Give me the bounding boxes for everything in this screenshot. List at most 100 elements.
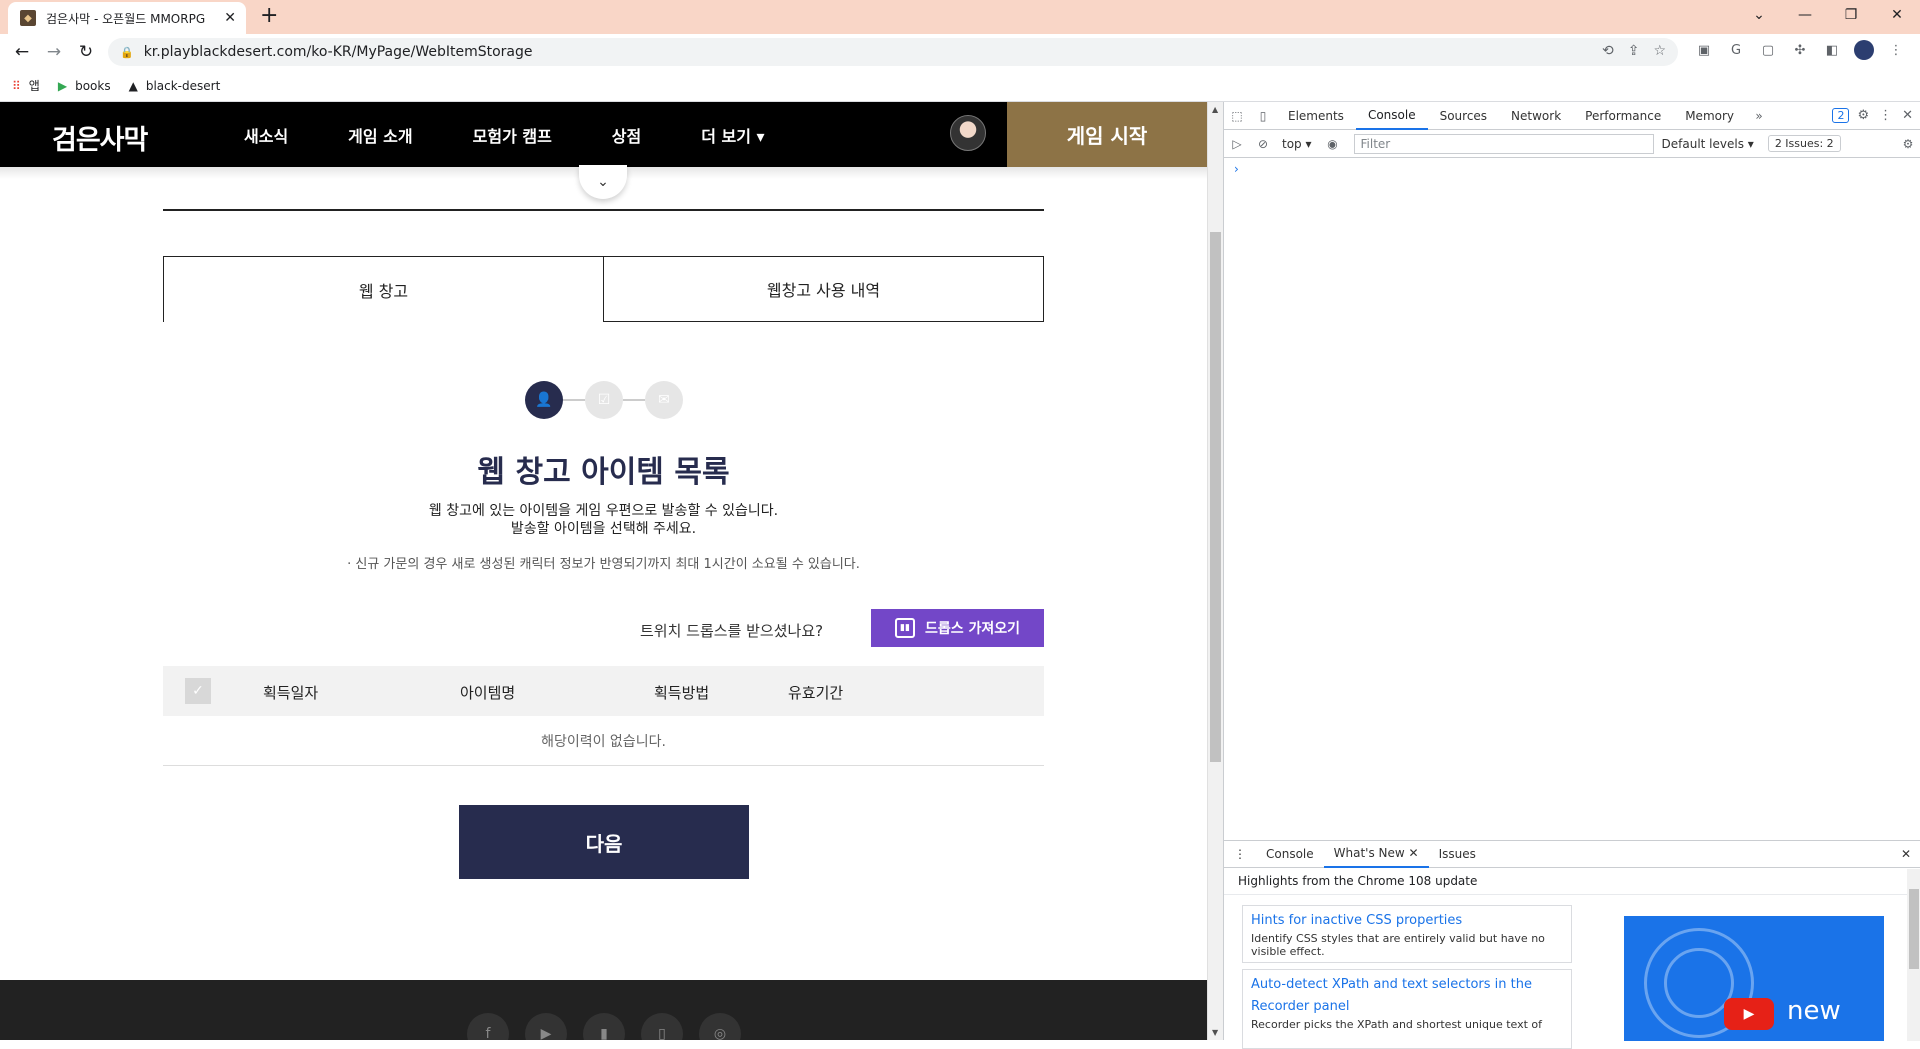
window-controls: ⌄ — ❐ ✕ bbox=[1736, 0, 1920, 34]
drawer-scrollbar[interactable] bbox=[1907, 869, 1920, 1041]
restore-button[interactable]: ❐ bbox=[1828, 0, 1874, 30]
whats-new-card[interactable]: Hints for inactive CSS properties Identi… bbox=[1242, 905, 1572, 963]
instagram-icon[interactable]: ◎ bbox=[699, 1013, 741, 1040]
step-connector bbox=[563, 399, 585, 401]
grammarly-icon[interactable]: G bbox=[1726, 40, 1746, 60]
whats-new-card[interactable]: Auto-detect XPath and text selectors in … bbox=[1242, 969, 1572, 1049]
whats-new-heading: Highlights from the Chrome 108 update bbox=[1224, 868, 1920, 895]
twitch-social-icon[interactable]: ▮ bbox=[583, 1013, 625, 1040]
devtools-close-icon[interactable]: ✕ bbox=[1902, 108, 1913, 123]
browser-tab[interactable]: ◆ 검은사막 - 오픈월드 MMORPG ✕ bbox=[8, 2, 246, 34]
devtools-tab-sources[interactable]: Sources bbox=[1428, 102, 1499, 130]
clear-console-icon[interactable]: ⊘ bbox=[1250, 131, 1276, 157]
item-table-header: ✓ 획득일자 아이템명 획득방법 유효기간 bbox=[163, 666, 1044, 716]
nav-item-adventurer-camp[interactable]: 모험가 캠프 bbox=[473, 123, 552, 147]
issues-count-badge[interactable]: 2 bbox=[1832, 108, 1850, 123]
console-filter-input[interactable]: Filter bbox=[1353, 133, 1654, 154]
devtools-tab-elements[interactable]: Elements bbox=[1276, 102, 1356, 130]
new-family-notice: · 신규 가문의 경우 새로 생성된 캐릭터 정보가 반영되기까지 최대 1시간… bbox=[347, 557, 860, 572]
drawer-tab-issues[interactable]: Issues bbox=[1429, 841, 1486, 868]
drawer-tab-console[interactable]: Console bbox=[1256, 841, 1324, 868]
close-window-button[interactable]: ✕ bbox=[1874, 0, 1920, 30]
site-favicon-icon: ◆ bbox=[20, 10, 36, 26]
log-levels-dropdown[interactable]: Default levels ▾ bbox=[1662, 137, 1754, 151]
bookmarks-bar: ⠿ 앱 ▶ books ▲ black-desert bbox=[0, 70, 1920, 102]
console-settings-gear-icon[interactable]: ⚙ bbox=[1895, 131, 1920, 157]
address-bar[interactable]: 🔒 kr.playblackdesert.com/ko-KR/MyPage/We… bbox=[108, 38, 1678, 66]
expand-menu-chevron-icon[interactable]: ⌄ bbox=[579, 165, 627, 199]
drawer-menu-icon[interactable]: ⋮ bbox=[1224, 841, 1256, 868]
card-title[interactable]: Hints for inactive CSS properties bbox=[1251, 910, 1563, 932]
bookmark-books[interactable]: ▶ books bbox=[58, 79, 111, 93]
browser-tabbar: ◆ 검은사막 - 오픈월드 MMORPG ✕ + ⌄ — ❐ ✕ bbox=[0, 0, 1920, 34]
nav-item-game-intro[interactable]: 게임 소개 bbox=[348, 123, 412, 147]
whats-new-video-thumbnail[interactable]: ▶ new bbox=[1624, 916, 1884, 1041]
twitch-drops-button[interactable]: ▮▮ 드롭스 가져오기 bbox=[871, 609, 1044, 647]
scroll-down-arrow-icon[interactable]: ▼ bbox=[1212, 1028, 1218, 1037]
devtools-tab-performance[interactable]: Performance bbox=[1573, 102, 1673, 130]
devtools-tab-memory[interactable]: Memory bbox=[1673, 102, 1746, 130]
youtube-icon[interactable]: ▶ bbox=[525, 1013, 567, 1040]
devtools-tab-console[interactable]: Console bbox=[1355, 102, 1428, 130]
video-label: new bbox=[1787, 996, 1841, 1026]
page-description: 웹 창고에 있는 아이템을 게임 우편으로 발송할 수 있습니다. 발송할 아이… bbox=[428, 503, 779, 537]
drawer-tab-whats-new[interactable]: What's New ✕ bbox=[1323, 841, 1429, 868]
site-logo[interactable]: 검은사막 bbox=[52, 118, 148, 157]
next-button[interactable]: 다음 bbox=[459, 805, 749, 879]
forward-button[interactable]: → bbox=[42, 40, 66, 64]
device-toolbar-icon[interactable]: ▯ bbox=[1250, 103, 1276, 129]
context-selector[interactable]: top ▾ bbox=[1282, 137, 1312, 151]
scroll-up-arrow-icon[interactable]: ▲ bbox=[1212, 105, 1218, 114]
step-user-icon: 👤 bbox=[525, 381, 563, 419]
extensions-puzzle-icon[interactable]: ✣ bbox=[1790, 40, 1810, 60]
bookmark-black-desert[interactable]: ▲ black-desert bbox=[129, 79, 221, 93]
devtools-tab-network[interactable]: Network bbox=[1499, 102, 1573, 130]
storage-tabs: 웹 창고 웹창고 사용 내역 bbox=[163, 256, 1044, 322]
side-panel-icon[interactable]: ◧ bbox=[1822, 40, 1842, 60]
issues-link[interactable]: 2 Issues: 2 bbox=[1767, 135, 1841, 152]
nav-item-shop[interactable]: 상점 bbox=[612, 123, 641, 147]
sidebar-toggle-icon[interactable]: ▷ bbox=[1224, 131, 1250, 157]
main-nav: 새소식 게임 소개 모험가 캠프 상점 더 보기 ▾ bbox=[244, 102, 825, 167]
menu-kebab-icon[interactable]: ⋮ bbox=[1886, 40, 1906, 60]
nav-item-news[interactable]: 새소식 bbox=[244, 123, 288, 147]
page-scrollbar[interactable]: ▲ ▼ bbox=[1207, 102, 1223, 1040]
bookmark-apps[interactable]: ⠿ 앱 bbox=[12, 77, 40, 94]
tab-web-storage-history[interactable]: 웹창고 사용 내역 bbox=[604, 256, 1044, 322]
tab-web-storage[interactable]: 웹 창고 bbox=[163, 256, 604, 322]
lock-icon[interactable]: 🔒 bbox=[120, 46, 134, 59]
card-title[interactable]: Auto-detect XPath and text selectors in … bbox=[1251, 974, 1563, 1018]
back-button[interactable]: ← bbox=[10, 40, 34, 64]
share-icon[interactable]: ⇪ bbox=[1628, 43, 1640, 59]
translate-icon[interactable]: ⟲ bbox=[1602, 43, 1614, 59]
select-all-checkbox[interactable]: ✓ bbox=[185, 678, 211, 704]
minimize-button[interactable]: — bbox=[1782, 0, 1828, 30]
url-text: kr.playblackdesert.com/ko-KR/MyPage/WebI… bbox=[143, 44, 533, 60]
new-tab-button[interactable]: + bbox=[260, 5, 278, 27]
facebook-icon[interactable]: f bbox=[467, 1013, 509, 1040]
tab-close-icon[interactable]: ✕ bbox=[224, 10, 236, 26]
extension-blank-icon[interactable]: ▢ bbox=[1758, 40, 1778, 60]
reload-button[interactable]: ↻ bbox=[74, 40, 98, 64]
devtools-menu-icon[interactable]: ⋮ bbox=[1879, 108, 1892, 123]
console-toolbar: ▷ ⊘ top ▾ ◉ Filter Default levels ▾ 2 Is… bbox=[1224, 130, 1920, 158]
scroll-thumb[interactable] bbox=[1210, 232, 1221, 762]
page-title: 웹 창고 아이템 목록 bbox=[477, 455, 730, 490]
devtools-settings-gear-icon[interactable]: ⚙ bbox=[1857, 108, 1869, 123]
more-tabs-chevron-icon[interactable]: » bbox=[1746, 103, 1772, 129]
drawer-close-icon[interactable]: ✕ bbox=[1891, 841, 1920, 868]
inspect-element-icon[interactable]: ⬚ bbox=[1224, 103, 1250, 129]
tab-search-icon[interactable]: ⌄ bbox=[1736, 0, 1782, 30]
step-mail-icon: ✉ bbox=[645, 381, 683, 419]
mobile-app-icon[interactable]: ▯ bbox=[641, 1013, 683, 1040]
live-expression-eye-icon[interactable]: ◉ bbox=[1320, 131, 1346, 157]
game-start-button[interactable]: 게임 시작 bbox=[1007, 102, 1207, 167]
close-tab-icon[interactable]: ✕ bbox=[1409, 846, 1419, 860]
profile-avatar[interactable] bbox=[1854, 40, 1874, 60]
extension-icon[interactable]: ▣ bbox=[1694, 40, 1714, 60]
bookmark-star-icon[interactable]: ☆ bbox=[1653, 43, 1666, 59]
console-prompt-chevron-icon[interactable]: › bbox=[1234, 162, 1239, 176]
user-avatar[interactable] bbox=[950, 115, 986, 151]
nav-item-more[interactable]: 더 보기 ▾ bbox=[701, 123, 764, 147]
youtube-play-icon[interactable]: ▶ bbox=[1724, 998, 1774, 1030]
